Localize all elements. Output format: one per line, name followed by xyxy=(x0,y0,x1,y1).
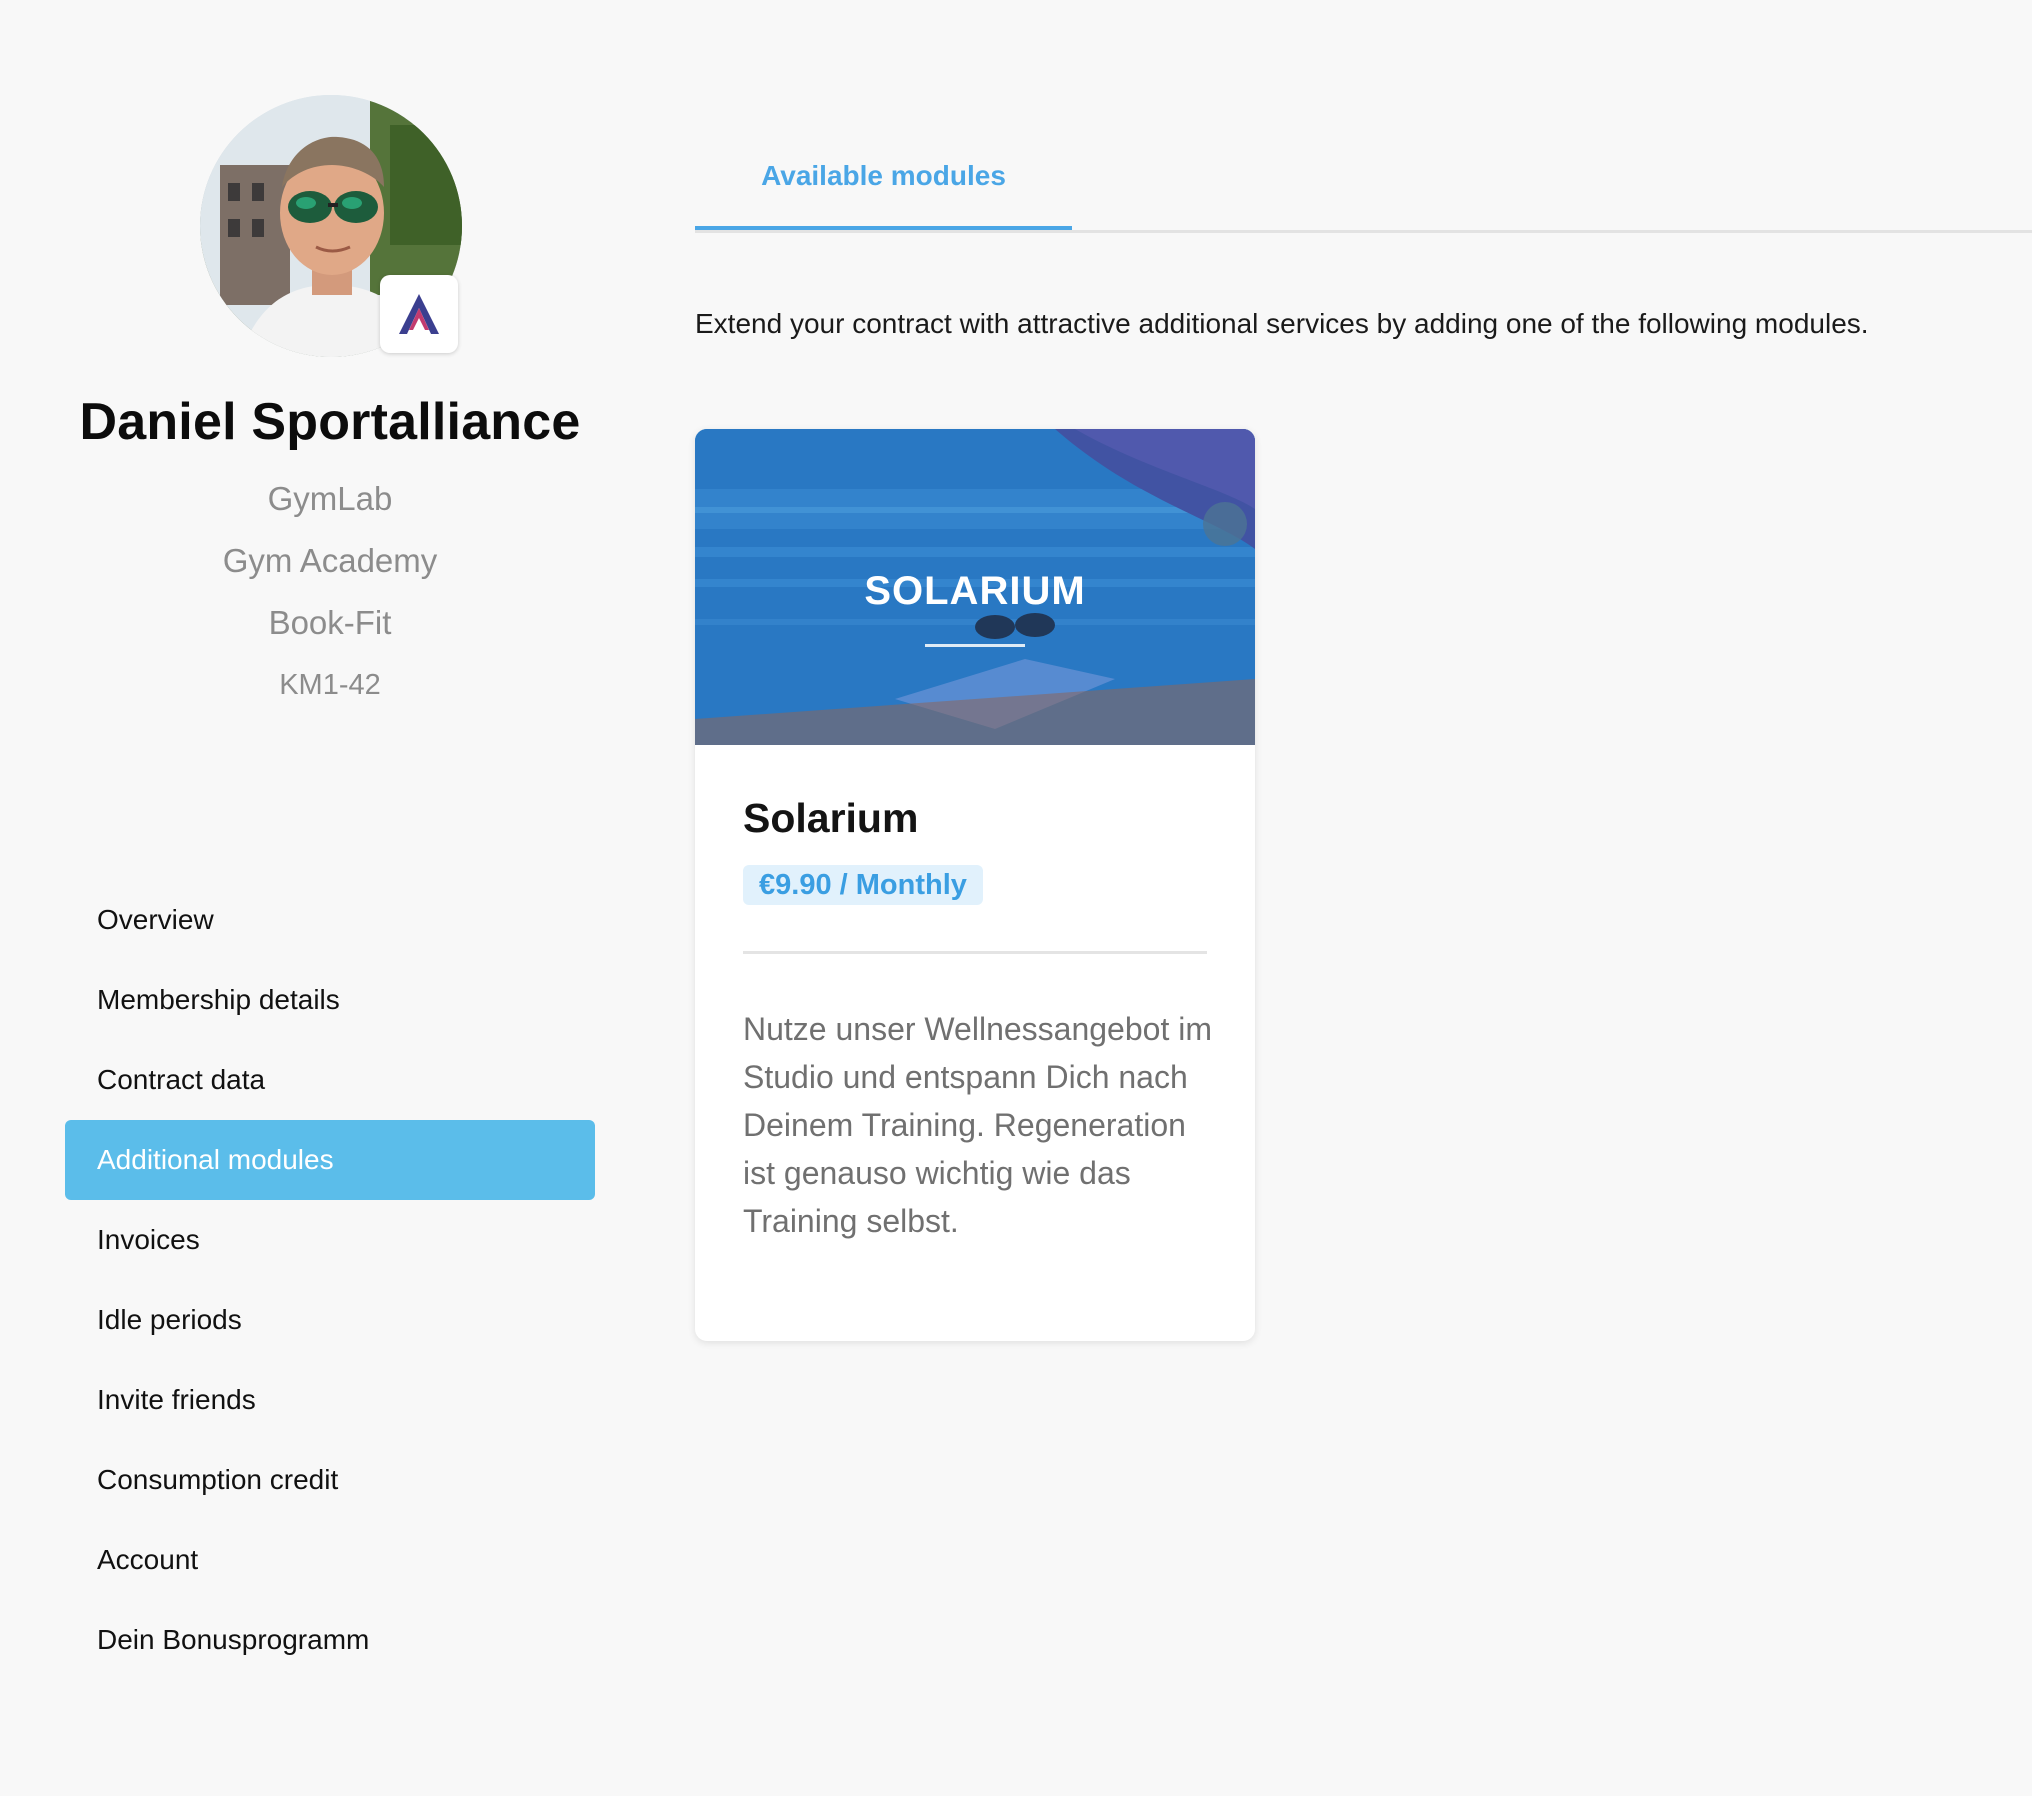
profile-academy: Gym Academy xyxy=(222,542,438,579)
sidebar-item-contract-data[interactable]: Contract data xyxy=(65,1040,595,1120)
module-card-solarium[interactable]: SOLARIUM Solarium €9.90 / Monthly Nutze … xyxy=(695,429,1255,1341)
sidebar-item-membership-details[interactable]: Membership details xyxy=(65,960,595,1040)
profile-name: Daniel Sportalliance xyxy=(79,393,581,451)
sidebar-item-invite-friends[interactable]: Invite friends xyxy=(65,1360,595,1440)
brand-badge xyxy=(380,275,458,353)
avatar-container xyxy=(200,95,462,357)
module-image-underline xyxy=(925,644,1025,647)
sidebar-item-idle-periods[interactable]: Idle periods xyxy=(65,1280,595,1360)
module-price-badge: €9.90 / Monthly xyxy=(743,865,983,905)
module-divider xyxy=(743,951,1207,954)
modules-intro: Extend your contract with attractive add… xyxy=(695,308,1869,339)
sidebar-item-additional-modules[interactable]: Additional modules xyxy=(65,1120,595,1200)
module-image-title: SOLARIUM xyxy=(864,569,1086,613)
sidebar-item-overview[interactable]: Overview xyxy=(65,880,595,960)
sidebar-item-account[interactable]: Account xyxy=(65,1520,595,1600)
sidebar-nav: Overview Membership details Contract dat… xyxy=(65,880,595,1680)
profile-member-number: KM1-42 xyxy=(279,669,381,701)
tab-available-modules[interactable]: Available modules xyxy=(695,140,1072,230)
tab-bar: Available modules xyxy=(695,140,2032,233)
sidebar-item-invoices[interactable]: Invoices xyxy=(65,1200,595,1280)
profile-studio: GymLab xyxy=(267,480,393,517)
module-description: Nutze unser Wellnessangebot im Studio un… xyxy=(743,1011,1212,1239)
sidebar-item-consumption-credit[interactable]: Consumption credit xyxy=(65,1440,595,1520)
module-title: Solarium xyxy=(743,795,919,841)
sidebar-item-bonusprogramm[interactable]: Dein Bonusprogramm xyxy=(65,1600,595,1680)
profile-booking: Book-Fit xyxy=(268,604,392,641)
brand-logo-icon xyxy=(399,294,439,334)
module-image: SOLARIUM xyxy=(695,429,1255,745)
